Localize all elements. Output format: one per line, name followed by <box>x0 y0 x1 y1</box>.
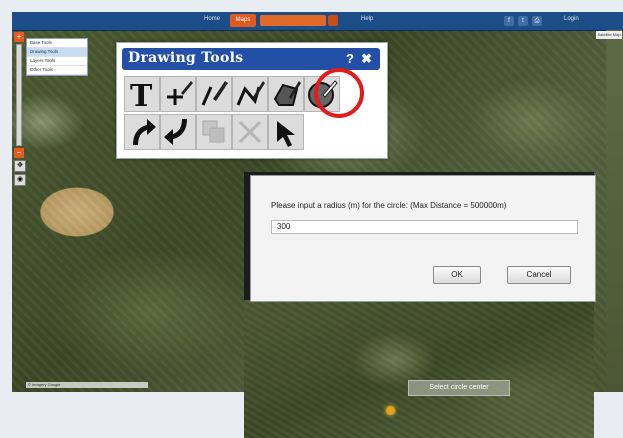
drawing-tools-title: Drawing Tools <box>128 50 244 66</box>
cancel-button[interactable]: Cancel <box>507 266 571 284</box>
radius-dialog: Please input a radius (m) for the circle… <box>250 175 596 302</box>
nav-help[interactable]: Help <box>361 16 373 22</box>
radius-prompt: Please input a radius (m) for the circle… <box>271 201 507 210</box>
circle-tool-highlight <box>314 68 364 118</box>
text-icon: T <box>130 79 153 111</box>
search-button[interactable] <box>328 15 338 26</box>
search-input[interactable] <box>260 15 326 26</box>
pan-icon[interactable]: ✥ <box>14 160 26 172</box>
pointer-arrow-icon <box>277 121 295 147</box>
zoom-control: + − ✥ ◉ <box>14 32 26 192</box>
undo-tool-button[interactable] <box>124 114 160 150</box>
circle-center-marker[interactable] <box>386 406 395 415</box>
map-tooltip: Select circle center <box>408 380 510 396</box>
facebook-icon[interactable]: f <box>504 16 514 26</box>
nav-login[interactable]: Login <box>564 16 579 22</box>
ok-button[interactable]: OK <box>433 266 481 284</box>
radius-input[interactable]: 300 <box>271 220 578 234</box>
map-edge <box>606 30 623 392</box>
point-tool-button[interactable] <box>160 76 196 112</box>
line-tool-button[interactable] <box>196 76 232 112</box>
map-below-dialog[interactable] <box>244 300 594 438</box>
delete-x-icon <box>238 120 262 144</box>
drawing-tools-header[interactable]: Drawing Tools ? ✖ <box>122 48 380 70</box>
tools-list-item[interactable]: Other Tools <box>27 66 87 75</box>
tools-list-item[interactable]: Base Tools <box>27 39 87 48</box>
svg-text:T: T <box>130 79 153 111</box>
zoom-slider[interactable] <box>16 44 22 146</box>
close-icon[interactable]: ✖ <box>361 51 372 67</box>
zoom-in-button[interactable]: + <box>14 32 24 42</box>
polyline-tool-button[interactable] <box>232 76 268 112</box>
line-pencil-icon <box>201 81 228 106</box>
curved-arrow-down-icon <box>164 119 187 145</box>
duplicate-tool-button[interactable] <box>196 114 232 150</box>
polygon-tool-button[interactable] <box>268 76 304 112</box>
tools-list-item[interactable]: Layers Tools <box>27 57 87 66</box>
duplicate-icon <box>202 120 225 143</box>
top-navigation-bar: Home Maps Help f t ⎙ Login <box>12 12 623 31</box>
curved-arrow-up-icon <box>133 119 156 145</box>
twitter-icon[interactable]: t <box>518 16 528 26</box>
map-attribution: © Imagery Google <box>26 382 148 388</box>
crosshair-pencil-icon <box>167 81 193 105</box>
polyline-icon <box>236 81 265 106</box>
tools-list-item-selected[interactable]: Drawing Tools <box>27 48 87 57</box>
print-icon[interactable]: ⎙ <box>532 16 542 26</box>
select-tool-button[interactable] <box>268 114 304 150</box>
text-tool-button[interactable]: T <box>124 76 160 112</box>
polygon-icon <box>273 81 301 106</box>
redo-tool-button[interactable] <box>160 114 196 150</box>
nav-home[interactable]: Home <box>204 16 220 22</box>
map-type-toggle[interactable]: Satellite Map <box>596 31 622 39</box>
help-icon[interactable]: ? <box>346 51 354 66</box>
delete-tool-button[interactable] <box>232 114 268 150</box>
nav-maps-tab[interactable]: Maps <box>230 14 256 27</box>
locate-icon[interactable]: ◉ <box>14 174 26 186</box>
zoom-out-button[interactable]: − <box>14 148 24 158</box>
tools-list-panel: Base Tools Drawing Tools Layers Tools Ot… <box>26 38 88 76</box>
